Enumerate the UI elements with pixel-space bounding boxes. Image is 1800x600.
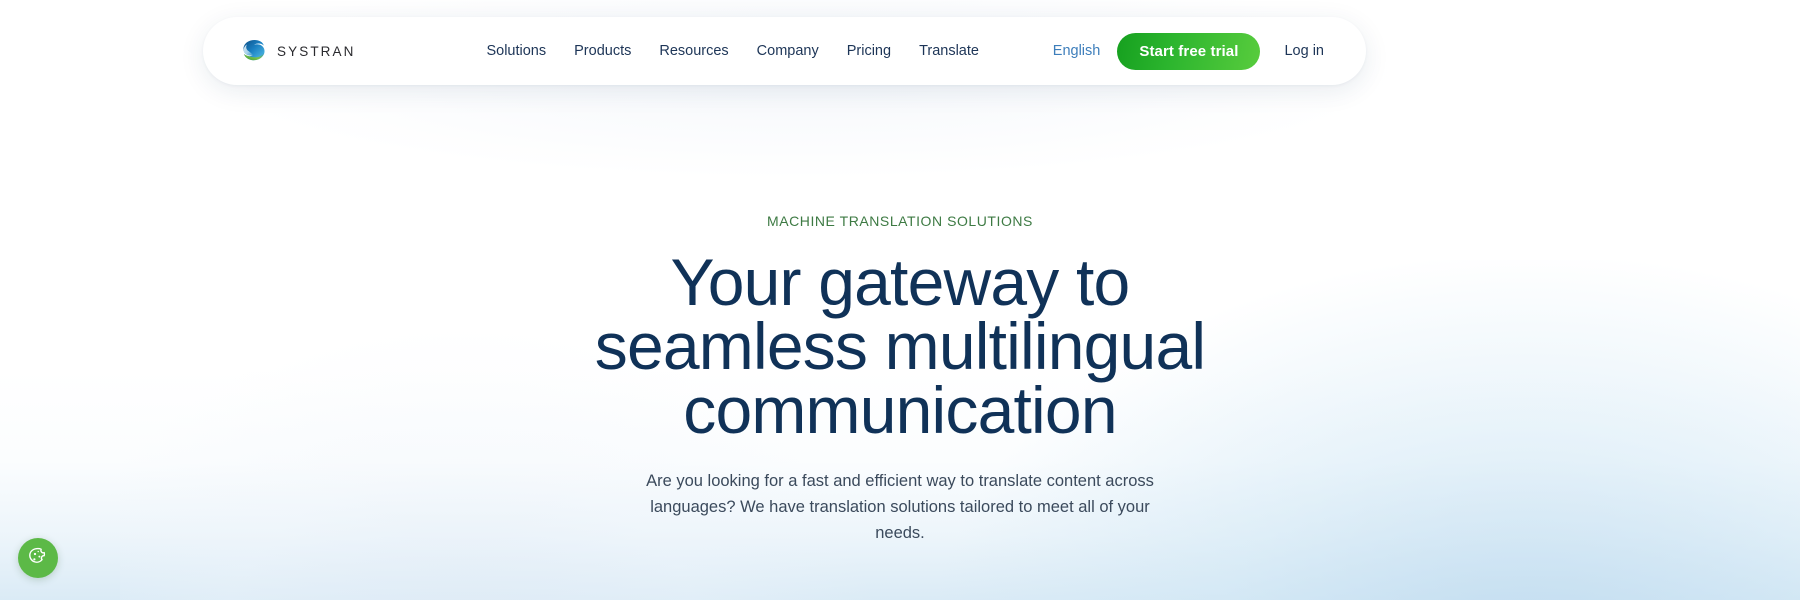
cookie-icon <box>29 547 46 563</box>
headline-line-1: Your gateway to <box>670 245 1131 319</box>
brand-name-text: SYSTRAN <box>277 43 356 59</box>
main-navigation-bar: SYSTRAN Solutions Products Resources Com… <box>203 17 1366 85</box>
subtitle-line-2: languages? We have translation solutions… <box>650 498 1150 542</box>
subtitle-line-1: Are you looking for a fast and efficient… <box>646 472 1154 490</box>
nav-link-solutions[interactable]: Solutions <box>472 44 560 59</box>
hero-section: MACHINE TRANSLATION SOLUTIONS Your gatew… <box>0 214 1800 546</box>
cookie-preferences-button[interactable] <box>18 538 58 578</box>
brand-logo-link[interactable]: SYSTRAN <box>241 38 355 65</box>
nav-actions-group: English Start free trial Log in <box>1036 32 1338 70</box>
headline-line-2: seamless multilingual <box>594 309 1206 383</box>
systran-swirl-logo-icon <box>243 39 265 60</box>
headline-line-3: communication <box>683 373 1117 447</box>
nav-link-company[interactable]: Company <box>743 44 833 59</box>
login-link[interactable]: Log in <box>1260 44 1338 59</box>
page-root: SYSTRAN Solutions Products Resources Com… <box>0 0 1800 600</box>
nav-link-resources[interactable]: Resources <box>645 44 742 59</box>
language-selector[interactable]: English <box>1036 44 1118 59</box>
hero-eyebrow: MACHINE TRANSLATION SOLUTIONS <box>767 213 1033 229</box>
nav-link-translate[interactable]: Translate <box>905 44 993 59</box>
page-title: Your gateway to seamless multilingual co… <box>594 249 1206 443</box>
nav-link-products[interactable]: Products <box>560 44 645 59</box>
start-free-trial-button[interactable]: Start free trial <box>1117 32 1261 70</box>
hero-subtitle: Are you looking for a fast and efficient… <box>640 468 1160 546</box>
nav-link-pricing[interactable]: Pricing <box>833 44 905 59</box>
nav-links-group: Solutions Products Resources Company Pri… <box>472 44 993 59</box>
